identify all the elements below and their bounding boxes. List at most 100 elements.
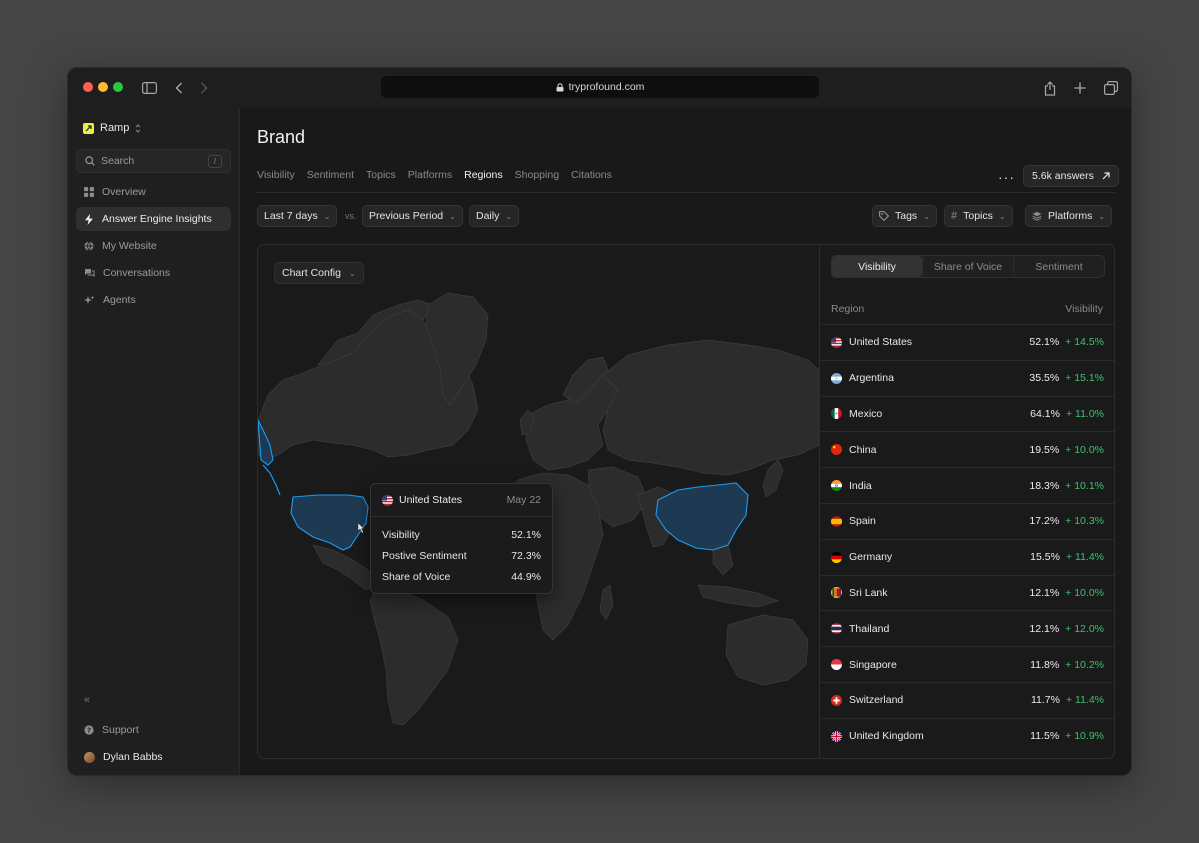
region-name: Thailand <box>849 622 890 635</box>
sparkle-icon <box>84 295 95 304</box>
tooltip-row-label: Share of Voice <box>382 570 451 583</box>
table-row[interactable]: Singapore 11.8% + 10.2% <box>820 646 1114 682</box>
sidebar-item-label: Conversations <box>103 267 171 279</box>
region-value: 11.7% <box>1030 694 1060 707</box>
metric-segmented-control: Visibility Share of Voice Sentiment <box>831 255 1105 278</box>
topics-filter[interactable]: # Topics ⌄ <box>944 205 1013 227</box>
table-row[interactable]: Sri Lank 12.1% + 10.0% <box>820 574 1114 611</box>
tab-bar: Visibility Sentiment Topics Platforms Re… <box>257 165 612 193</box>
es-flag-icon <box>831 515 842 527</box>
regions-card: Chart Config ⌄ United States May 22 Visi… <box>257 244 1115 759</box>
table-row[interactable]: Thailand 12.1% + 12.0% <box>820 610 1114 646</box>
forward-icon[interactable] <box>195 79 213 97</box>
table-row[interactable]: India 18.3% + 10.1% <box>820 467 1114 503</box>
table-row[interactable]: Germany 15.5% + 11.4% <box>820 538 1114 575</box>
tooltip-country: United States <box>399 494 463 506</box>
sidebar-item-conversations[interactable]: Conversations <box>76 261 231 285</box>
region-delta: + 10.0% <box>1065 586 1104 599</box>
table-row[interactable]: Mexico 64.1% + 11.0% <box>820 395 1114 432</box>
region-value: 12.1% <box>1029 622 1060 635</box>
region-delta: + 11.4% <box>1065 551 1104 564</box>
back-icon[interactable] <box>170 79 188 97</box>
sidebar-item-label: Support <box>102 724 139 736</box>
segment-share-of-voice[interactable]: Share of Voice <box>922 256 1013 277</box>
sidebar-item-my-website[interactable]: My Website <box>76 234 231 258</box>
comparison-value: Previous Period <box>369 210 444 222</box>
chevron-down-icon: ⌄ <box>1098 211 1106 221</box>
tooltip-date: May 22 <box>506 494 541 506</box>
world-map[interactable]: Chart Config ⌄ United States May 22 Visi… <box>258 245 820 758</box>
region-name: Mexico <box>849 407 883 420</box>
region-delta: + 11.4% <box>1065 694 1104 707</box>
segment-visibility[interactable]: Visibility <box>832 256 922 277</box>
lock-icon <box>556 82 564 91</box>
zoom-window-button[interactable] <box>113 82 123 92</box>
grid-icon <box>84 187 94 197</box>
region-delta: + 10.1% <box>1065 479 1104 492</box>
table-row[interactable]: Spain 17.2% + 10.3% <box>820 502 1114 539</box>
workspace-switcher[interactable]: Ramp <box>83 122 141 134</box>
region-panel: Visibility Share of Voice Sentiment Regi… <box>820 245 1114 758</box>
column-region[interactable]: Region <box>831 303 864 315</box>
sidebar-item-agents[interactable]: Agents <box>76 288 231 312</box>
svg-text:?: ? <box>87 727 91 735</box>
url-bar[interactable]: tryprofound.com <box>381 76 819 98</box>
sidebar-toggle-icon[interactable] <box>140 79 158 97</box>
platforms-filter[interactable]: Platforms ⌄ <box>1025 205 1113 227</box>
table-row[interactable]: United Kingdom 11.5% + 10.9% <box>820 717 1114 754</box>
chevron-updown-icon <box>135 123 141 133</box>
tab-sentiment[interactable]: Sentiment <box>307 165 354 193</box>
tab-platforms[interactable]: Platforms <box>408 165 452 193</box>
date-range-select[interactable]: Last 7 days ⌄ <box>257 205 338 227</box>
close-window-button[interactable] <box>83 82 93 92</box>
segment-sentiment[interactable]: Sentiment <box>1013 256 1104 277</box>
tab-visibility[interactable]: Visibility <box>257 165 295 193</box>
hash-icon: # <box>951 210 958 222</box>
region-name: Sri Lank <box>849 586 888 599</box>
table-row[interactable]: Argentina 35.5% + 15.1% <box>820 359 1114 396</box>
search-input[interactable]: Search / <box>76 149 231 173</box>
column-visibility[interactable]: Visibility <box>1065 303 1103 315</box>
chat-icon <box>85 269 95 277</box>
region-value: 12.1% <box>1029 586 1060 599</box>
sidebar-item-answer-engine-insights[interactable]: Answer Engine Insights <box>76 207 231 231</box>
map-tooltip: United States May 22 Visibility 52.1% Po… <box>370 483 553 594</box>
table-row[interactable]: United States 52.1% + 14.5% <box>820 324 1114 360</box>
tab-overview-icon[interactable] <box>1102 79 1120 97</box>
region-value: 52.1% <box>1029 336 1060 349</box>
table-row[interactable]: Switzerland 11.7% + 11.4% <box>820 681 1114 718</box>
tab-regions[interactable]: Regions <box>464 165 503 193</box>
interval-select[interactable]: Daily ⌄ <box>469 205 520 227</box>
region-value: 18.3% <box>1029 479 1060 492</box>
collapse-sidebar-icon[interactable]: « <box>84 694 90 706</box>
chevron-down-icon: ⌄ <box>998 211 1006 221</box>
more-options-icon[interactable]: ··· <box>998 169 1015 185</box>
ramp-logo-icon <box>83 122 94 134</box>
new-tab-icon[interactable] <box>1071 79 1089 97</box>
share-icon[interactable] <box>1041 79 1059 97</box>
answers-button[interactable]: 5.6k answers <box>1023 165 1119 187</box>
ar-flag-icon <box>831 372 842 384</box>
cn-flag-icon <box>831 444 842 456</box>
sidebar-item-support[interactable]: ? Support <box>76 718 231 742</box>
region-name: China <box>849 443 877 456</box>
region-name: United States <box>849 336 913 349</box>
chart-config-button[interactable]: Chart Config ⌄ <box>274 262 364 284</box>
region-delta: + 12.0% <box>1065 622 1104 635</box>
minimize-window-button[interactable] <box>98 82 108 92</box>
region-delta: + 10.2% <box>1065 658 1104 671</box>
user-profile[interactable]: Dylan Babbs <box>76 745 231 769</box>
url-text: tryprofound.com <box>568 81 645 93</box>
comparison-select[interactable]: Previous Period ⌄ <box>362 205 463 227</box>
tab-citations[interactable]: Citations <box>571 165 612 193</box>
table-row[interactable]: China 19.5% + 10.0% <box>820 431 1114 467</box>
tag-icon <box>879 211 889 221</box>
sidebar-item-overview[interactable]: Overview <box>76 180 231 204</box>
region-value: 11.8% <box>1030 658 1060 671</box>
chevron-down-icon: ⌄ <box>449 211 456 221</box>
tab-shopping[interactable]: Shopping <box>515 165 559 193</box>
tab-topics[interactable]: Topics <box>366 165 396 193</box>
region-name: Germany <box>849 551 893 564</box>
tooltip-row-value: 52.1% <box>511 528 541 541</box>
tags-filter[interactable]: Tags ⌄ <box>872 205 937 227</box>
